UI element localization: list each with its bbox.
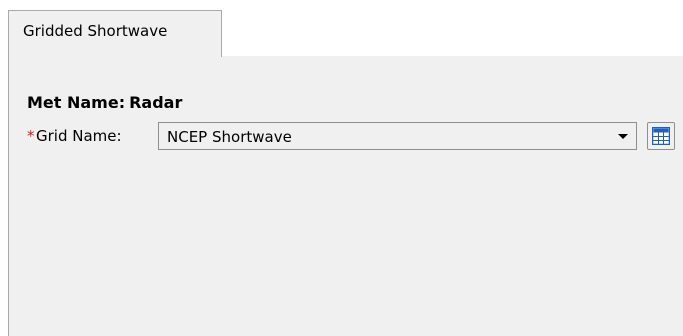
met-name-value: Radar: [129, 93, 183, 112]
grid-name-row: * Grid Name: NCEP Shortwave: [27, 121, 683, 151]
chevron-down-icon[interactable]: [618, 134, 628, 139]
grid-name-label: Grid Name:: [36, 127, 122, 145]
met-name-heading: Met Name: Radar: [27, 93, 182, 112]
grid-name-select[interactable]: NCEP Shortwave: [158, 122, 637, 150]
tab-label: Gridded Shortwave: [23, 22, 168, 40]
grid-name-selected-value: NCEP Shortwave: [167, 128, 292, 146]
met-name-label: Met Name:: [27, 93, 126, 112]
required-marker: *: [27, 127, 35, 145]
met-model-editor: Gridded Shortwave Met Name: Radar * Grid …: [0, 0, 683, 336]
grid-table-icon: [652, 127, 670, 145]
tab-content-panel: Met Name: Radar * Grid Name: NCEP Shortwa…: [8, 56, 683, 336]
tab-gridded-shortwave[interactable]: Gridded Shortwave: [8, 10, 222, 57]
tab-strip: Gridded Shortwave: [0, 0, 683, 57]
grid-browse-button[interactable]: [647, 122, 675, 150]
